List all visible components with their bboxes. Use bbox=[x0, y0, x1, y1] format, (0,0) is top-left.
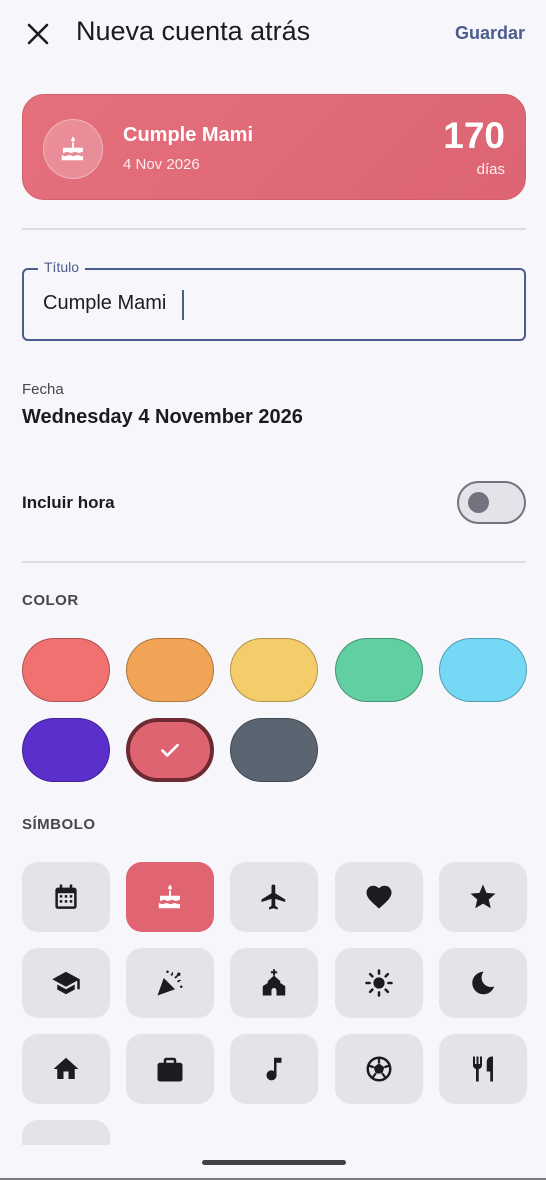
symbol-grid-overflow bbox=[0, 1118, 546, 1145]
check-icon bbox=[161, 743, 179, 757]
preview-title: Cumple Mami bbox=[123, 124, 254, 146]
tv-icon bbox=[51, 1140, 81, 1145]
days-count: 170 bbox=[443, 115, 505, 156]
symbol-option-restaurant[interactable] bbox=[439, 1034, 527, 1104]
include-time-label: Incluir hora bbox=[22, 493, 115, 512]
symbol-option-star[interactable] bbox=[439, 862, 527, 932]
church-icon bbox=[262, 969, 286, 996]
date-label: Fecha bbox=[22, 381, 64, 398]
symbol-option-church[interactable] bbox=[230, 948, 318, 1018]
divider bbox=[22, 228, 526, 230]
symbol-option-calendar[interactable] bbox=[22, 862, 110, 932]
color-swatch-sky[interactable] bbox=[439, 638, 527, 702]
symbol-option-moon[interactable] bbox=[439, 948, 527, 1018]
color-swatch-coral[interactable] bbox=[22, 638, 110, 702]
save-button[interactable]: Guardar bbox=[455, 23, 525, 44]
symbol-option-graduation[interactable] bbox=[22, 948, 110, 1018]
calendar-icon bbox=[55, 884, 77, 909]
cake-icon bbox=[43, 119, 103, 179]
title-field-label: Título bbox=[38, 259, 86, 275]
toggle-knob bbox=[468, 492, 489, 513]
color-heading: COLOR bbox=[22, 592, 79, 609]
date-picker[interactable]: Wednesday 4 November 2026 bbox=[22, 406, 303, 429]
briefcase-icon bbox=[157, 1057, 183, 1082]
party-popper-icon bbox=[157, 970, 183, 996]
symbol-option-sun[interactable] bbox=[335, 948, 423, 1018]
star-icon bbox=[470, 884, 496, 909]
text-cursor bbox=[182, 290, 184, 320]
color-swatch-orange[interactable] bbox=[126, 638, 214, 702]
symbol-heading: SÍMBOLO bbox=[22, 816, 96, 833]
days-unit: días bbox=[476, 161, 505, 178]
color-swatch-yellow[interactable] bbox=[230, 638, 318, 702]
include-time-toggle[interactable] bbox=[457, 481, 526, 524]
color-swatch-green[interactable] bbox=[335, 638, 423, 702]
symbol-option-airplane[interactable] bbox=[230, 862, 318, 932]
symbol-option-home[interactable] bbox=[22, 1034, 110, 1104]
color-swatch-rose[interactable] bbox=[126, 718, 214, 782]
preview-date: 4 Nov 2026 bbox=[123, 156, 200, 173]
airplane-icon bbox=[261, 884, 286, 910]
page-title: Nueva cuenta atrás bbox=[76, 16, 311, 46]
countdown-preview-card: Cumple Mami 4 Nov 2026 170 días bbox=[22, 94, 526, 200]
music-note-icon bbox=[266, 1057, 282, 1081]
soccer-ball-icon bbox=[366, 1056, 392, 1082]
restaurant-icon bbox=[472, 1056, 493, 1082]
symbol-option-briefcase[interactable] bbox=[126, 1034, 214, 1104]
top-app-bar: Nueva cuenta atrás Guardar bbox=[0, 0, 546, 70]
color-swatch-purple[interactable] bbox=[22, 718, 110, 782]
title-input[interactable] bbox=[43, 292, 503, 315]
sun-icon bbox=[365, 969, 393, 997]
color-swatch-slate[interactable] bbox=[230, 718, 318, 782]
home-indicator bbox=[202, 1160, 346, 1165]
title-field[interactable]: Título bbox=[22, 259, 526, 341]
graduation-cap-icon bbox=[52, 971, 80, 995]
moon-icon bbox=[472, 971, 495, 995]
symbol-option-music[interactable] bbox=[230, 1034, 318, 1104]
symbol-option-cake[interactable] bbox=[126, 862, 214, 932]
cake-icon bbox=[158, 884, 180, 909]
symbol-option-soccer[interactable] bbox=[335, 1034, 423, 1104]
heart-icon bbox=[366, 885, 392, 909]
symbol-option-party[interactable] bbox=[126, 948, 214, 1018]
divider bbox=[22, 561, 526, 563]
close-icon[interactable] bbox=[22, 18, 54, 50]
symbol-option-heart[interactable] bbox=[335, 862, 423, 932]
symbol-option-tv[interactable] bbox=[22, 1120, 110, 1145]
home-icon bbox=[53, 1057, 79, 1079]
